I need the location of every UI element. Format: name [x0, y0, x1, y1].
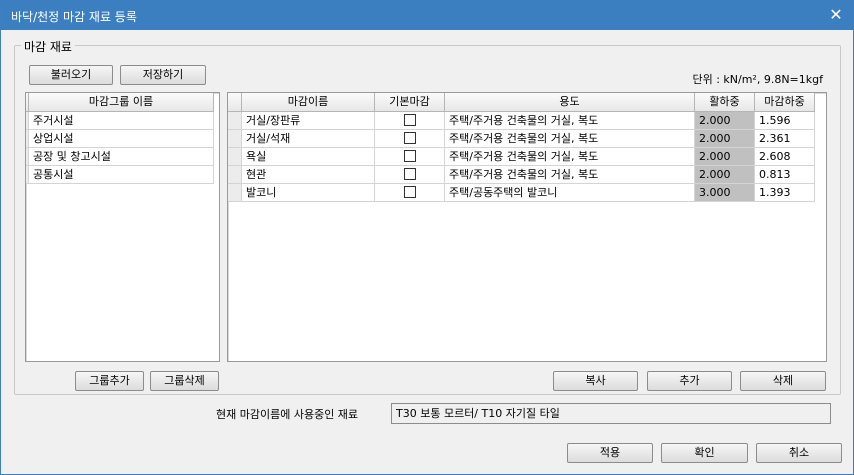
table-row-live-load[interactable]: 3.000 — [695, 184, 755, 202]
table-row-default-cell — [375, 112, 445, 130]
table-corner — [228, 93, 242, 112]
default-checkbox[interactable] — [404, 132, 416, 144]
table-row-live-load[interactable]: 2.000 — [695, 166, 755, 184]
row-header[interactable] — [228, 130, 242, 148]
apply-button[interactable]: 적용 — [567, 443, 653, 463]
col-header-usage[interactable]: 용도 — [445, 93, 695, 112]
group-label: 마감 재료 — [21, 38, 75, 55]
row-header[interactable] — [228, 184, 242, 202]
row-header[interactable] — [228, 166, 242, 184]
current-material-label: 현재 마감이름에 사용중인 재료 — [216, 408, 359, 421]
save-button[interactable]: 저장하기 — [120, 65, 206, 85]
col-header-live-load[interactable]: 활하중 — [695, 93, 755, 112]
close-icon[interactable]: ✕ — [825, 5, 847, 25]
delete-button[interactable]: 삭제 — [740, 371, 826, 391]
delete-group-button[interactable]: 그룹삭제 — [150, 371, 219, 391]
table-row-default-cell — [375, 130, 445, 148]
table-row-usage[interactable]: 주택/주거용 건축물의 거실, 복도 — [445, 148, 695, 166]
group-list-panel: 마감그룹 이름 주거시설 상업시설 공장 및 창고시설 공통시설 — [25, 92, 220, 362]
load-button[interactable]: 불러오기 — [29, 65, 113, 85]
add-group-button[interactable]: 그룹추가 — [75, 371, 144, 391]
table-row-usage[interactable]: 주택/주거용 건축물의 거실, 복도 — [445, 166, 695, 184]
table-row-finish-load[interactable]: 0.813 — [755, 166, 815, 184]
table-row-name[interactable]: 거실/장판류 — [242, 112, 375, 130]
table-row-finish-load[interactable]: 1.596 — [755, 112, 815, 130]
table-row-name[interactable]: 욕실 — [242, 148, 375, 166]
table-row-finish-load[interactable]: 2.361 — [755, 130, 815, 148]
material-table-panel: 마감이름 기본마감 용도 활하중 마감하중 거실/장판류 주택/주거용 건축물의… — [227, 92, 827, 362]
group-item-residential[interactable]: 주거시설 — [29, 112, 214, 130]
title-bar[interactable]: 바닥/천정 마감 재료 등록 ✕ — [1, 1, 853, 30]
unit-label: 단위 : kN/m², 9.8N=1kgf — [692, 73, 823, 86]
table-row-default-cell — [375, 166, 445, 184]
add-button[interactable]: 추가 — [647, 371, 732, 391]
table-row-usage[interactable]: 주택/공동주택의 발코니 — [445, 184, 695, 202]
group-item-factory[interactable]: 공장 및 창고시설 — [29, 148, 214, 166]
group-list-header[interactable]: 마감그룹 이름 — [29, 93, 214, 112]
table-row-name[interactable]: 현관 — [242, 166, 375, 184]
col-header-default[interactable]: 기본마감 — [375, 93, 445, 112]
table-row-default-cell — [375, 184, 445, 202]
table-row-usage[interactable]: 주택/주거용 건축물의 거실, 복도 — [445, 130, 695, 148]
table-row-usage[interactable]: 주택/주거용 건축물의 거실, 복도 — [445, 112, 695, 130]
default-checkbox[interactable] — [404, 186, 416, 198]
col-header-name[interactable]: 마감이름 — [242, 93, 375, 112]
row-header[interactable] — [228, 148, 242, 166]
default-checkbox[interactable] — [404, 168, 416, 180]
current-material-field: T30 보통 모르터/ T10 자기질 타일 — [391, 403, 831, 424]
table-row-default-cell — [375, 148, 445, 166]
table-row-live-load[interactable]: 2.000 — [695, 130, 755, 148]
group-item-common[interactable]: 공통시설 — [29, 166, 214, 184]
default-checkbox[interactable] — [404, 150, 416, 162]
row-header[interactable] — [228, 112, 242, 130]
col-header-finish-load[interactable]: 마감하중 — [755, 93, 815, 112]
cancel-button[interactable]: 취소 — [756, 443, 842, 463]
group-item-commercial[interactable]: 상업시설 — [29, 130, 214, 148]
window-title: 바닥/천정 마감 재료 등록 — [11, 10, 137, 24]
dialog-window: 바닥/천정 마감 재료 등록 ✕ 마감 재료 불러오기 저장하기 단위 : kN… — [0, 0, 854, 475]
table-row-finish-load[interactable]: 2.608 — [755, 148, 815, 166]
table-row-live-load[interactable]: 2.000 — [695, 112, 755, 130]
default-checkbox[interactable] — [404, 114, 416, 126]
table-row-live-load[interactable]: 2.000 — [695, 148, 755, 166]
table-row-finish-load[interactable]: 1.393 — [755, 184, 815, 202]
table-row-name[interactable]: 발코니 — [242, 184, 375, 202]
copy-button[interactable]: 복사 — [553, 371, 638, 391]
ok-button[interactable]: 확인 — [661, 443, 748, 463]
table-row-name[interactable]: 거실/석재 — [242, 130, 375, 148]
